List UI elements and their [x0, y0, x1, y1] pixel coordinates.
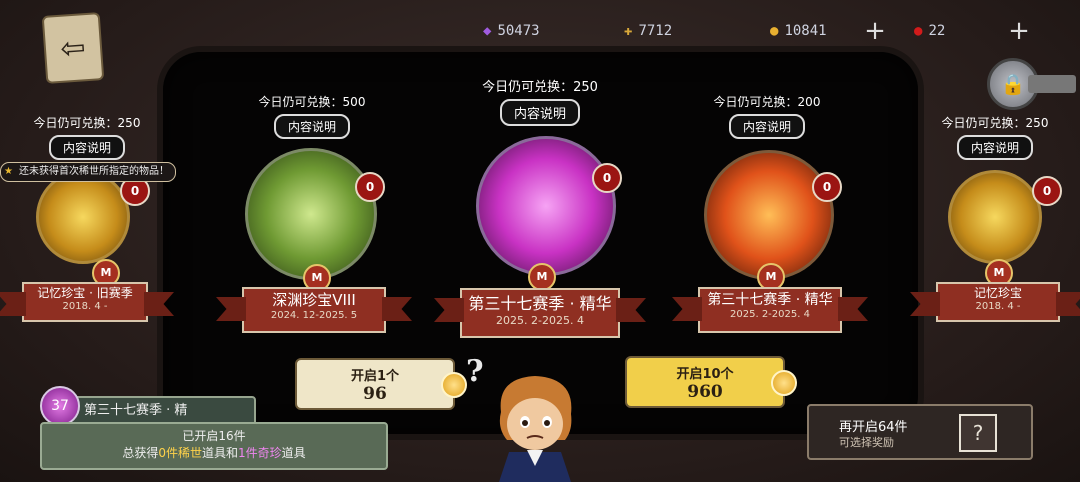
chest-count-badge: 0 [592, 163, 622, 193]
chest-nameplate[interactable]: 记忆珍宝 · 旧赛季 2018. 4 - [0, 282, 174, 322]
ruby-icon: ● [914, 23, 923, 39]
ruby-counter: ● 22 [914, 14, 945, 48]
abyss-treasure-orb[interactable] [245, 148, 377, 280]
bonus-remaining: 再开启64件 [839, 420, 908, 435]
memory-treasure-orb[interactable] [36, 170, 130, 264]
obtained-summary: 总获得0件稀世道具和1件奇珍道具 [122, 446, 306, 460]
chest-name: 记忆珍宝 · 旧赛季 [37, 286, 133, 300]
chest-date: 2018. 4 - [975, 301, 1021, 312]
exit-button[interactable]: ⇦ [41, 12, 105, 84]
mystery-reward-icon: ? [959, 414, 997, 452]
chest-card-memory: 今日仍可兑换：250 内容说明 [920, 114, 1070, 160]
coin-icon: ● [770, 23, 779, 39]
season-emblem-icon: 37 [40, 386, 80, 426]
content-info-button[interactable]: 内容说明 [273, 114, 350, 139]
chest-nameplate[interactable]: 第三十七赛季 · 精华 2025. 2-2025. 4 [672, 287, 868, 333]
redeem-remaining: 今日仍可兑换：250 [482, 80, 598, 95]
chest-name: 第三十七赛季 · 精华 [468, 294, 612, 313]
memory-treasure-orb[interactable] [948, 170, 1042, 264]
redeem-remaining: 今日仍可兑换：250 [941, 116, 1049, 130]
season-progress-panel: 第三十七赛季 · 精 37 已开启16件 总获得0件稀世道具和1件奇珍道具 [40, 382, 388, 470]
coin-counter: ● 10841 [770, 14, 827, 48]
first-rare-tooltip: 还未获得首次稀世所指定的物品！ [0, 162, 176, 182]
crystal-value: 50473 [497, 23, 540, 39]
chest-nameplate[interactable]: 深渊珍宝VIII 2024. 12-2025. 5 [216, 287, 412, 333]
season37-fire-orb[interactable] [704, 150, 834, 280]
open-one-label: 开启1个 [350, 368, 400, 384]
puzzle-value: 7712 [638, 23, 673, 39]
chest-card-season37-essence: 今日仍可兑换：250 内容说明 [465, 76, 615, 126]
bonus-hint: 可选择奖励 [839, 436, 894, 449]
chest-name: 第三十七赛季 · 精华 [707, 292, 833, 308]
emblem-icon: M [528, 263, 556, 291]
chest-nameplate[interactable]: 记忆珍宝 2018. 4 - [910, 282, 1080, 322]
chest-card-season37-essence-2: 今日仍可兑换：200 内容说明 [692, 93, 842, 139]
content-info-button[interactable]: 内容说明 [956, 135, 1033, 160]
redeem-remaining: 今日仍可兑换：500 [258, 95, 366, 109]
season-summary: 已开启16件 总获得0件稀世道具和1件奇珍道具 [40, 422, 388, 470]
ruby-value: 22 [928, 23, 946, 39]
add-ruby-button[interactable]: + [1006, 18, 1032, 44]
chest-count-badge: 0 [355, 172, 385, 202]
season37-essence-orb[interactable] [476, 136, 616, 276]
crystal-counter: ◆ 50473 [483, 14, 540, 48]
chest-name: 深渊珍宝VIII [272, 291, 356, 309]
puzzle-piece-icon: ✚ [624, 23, 633, 39]
crystal-icon: ◆ [483, 23, 492, 39]
open-ten-label: 开启10个 [676, 366, 734, 382]
chest-card-old-season: 今日仍可兑换：250 内容说明 [12, 114, 162, 160]
chest-nameplate[interactable]: 第三十七赛季 · 精华 2025. 2-2025. 4 [434, 288, 646, 338]
redeem-remaining: 今日仍可兑换：200 [713, 95, 821, 109]
chest-name: 记忆珍宝 [973, 286, 1022, 300]
redeem-remaining: 今日仍可兑换：250 [33, 116, 141, 130]
bonus-reward-button[interactable]: 再开启64件 可选择奖励 ? [807, 404, 1033, 460]
puzzle-counter: ✚ 7712 [624, 14, 672, 48]
open-ten-button[interactable]: 开启10个 960 [625, 356, 797, 408]
mascot-character [499, 376, 572, 482]
open-ten-cost: 960 [687, 381, 723, 402]
content-info-button[interactable]: 内容说明 [48, 135, 125, 160]
add-coin-button[interactable]: + [862, 18, 888, 44]
lightbulb-icon [441, 372, 467, 398]
chest-count-badge: 0 [1032, 176, 1062, 206]
chest-date: 2018. 4 - [62, 301, 108, 312]
chest-count-badge: 0 [812, 172, 842, 202]
content-info-button[interactable]: 内容说明 [499, 99, 580, 126]
question-mark: ? [466, 354, 484, 389]
chest-date: 2024. 12-2025. 5 [270, 310, 358, 321]
coin-value: 10841 [784, 23, 827, 39]
chest-card-abyss: 今日仍可兑换：500 内容说明 [237, 93, 387, 139]
chest-date: 2025. 2-2025. 4 [730, 309, 810, 320]
opened-count: 已开启16件 [182, 429, 246, 443]
lock-icon: 🔒 [1000, 72, 1026, 96]
lightbulb-icon [771, 370, 797, 396]
content-info-button[interactable]: 内容说明 [728, 114, 805, 139]
lock-button[interactable]: 🔒 [987, 58, 1076, 110]
chest-date: 2025. 2-2025. 4 [496, 314, 584, 327]
exit-door-icon: ⇦ [59, 29, 87, 67]
